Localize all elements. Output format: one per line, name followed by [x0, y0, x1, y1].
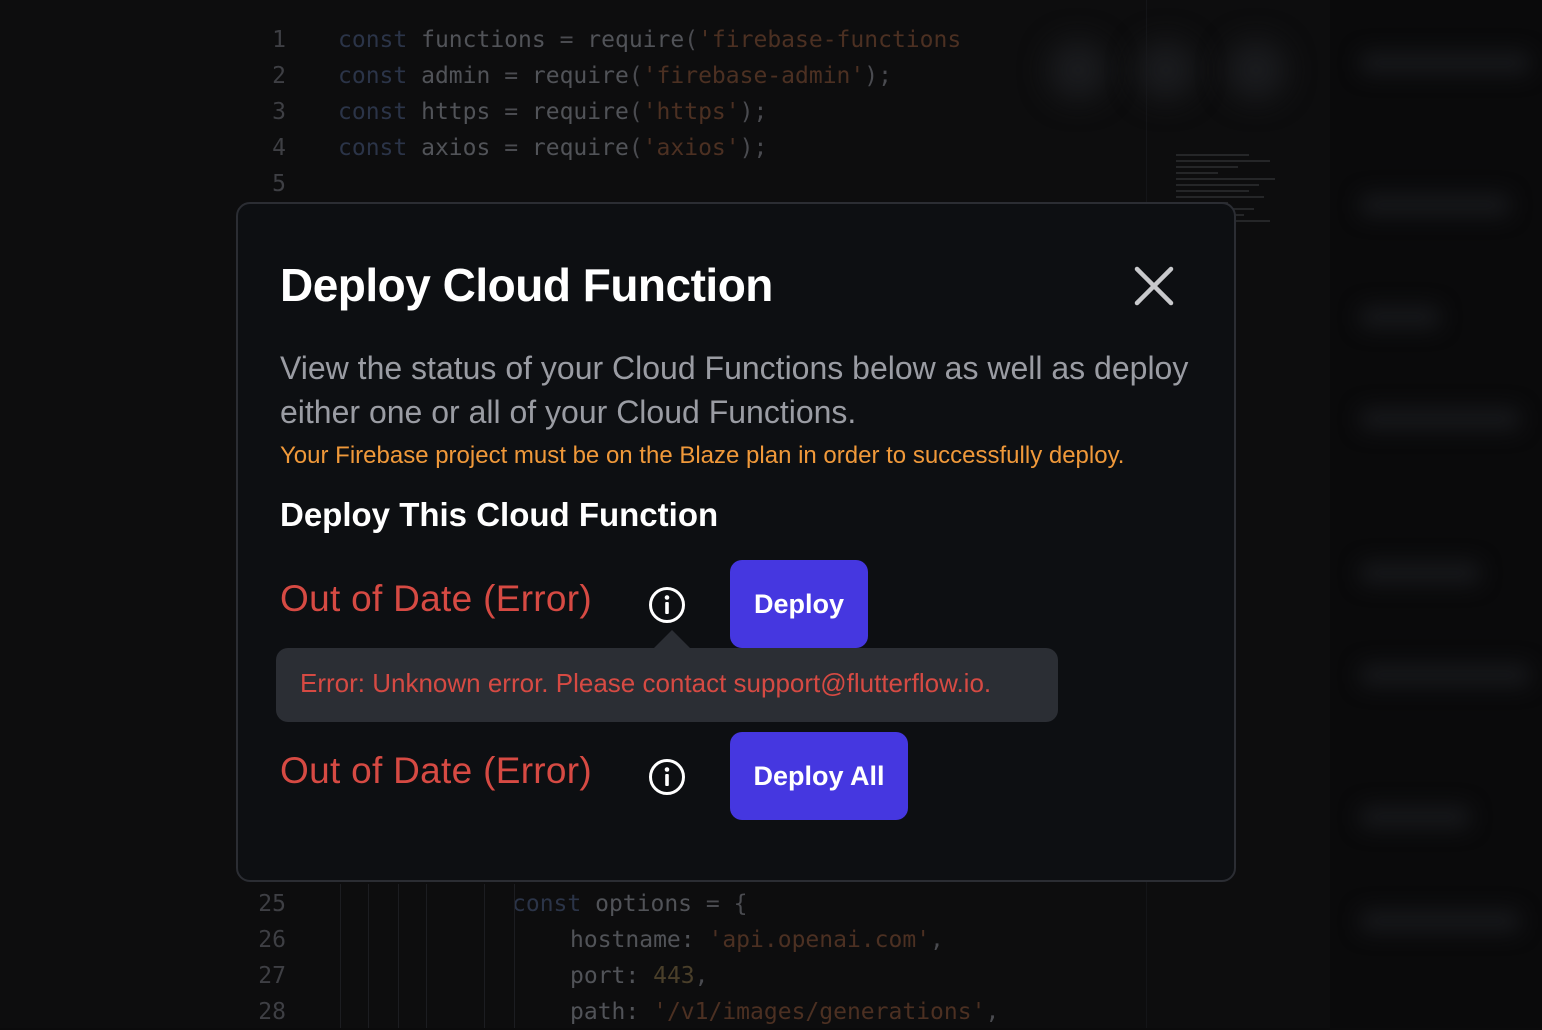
- toolbar-icon: [1136, 40, 1196, 100]
- close-button[interactable]: [1128, 260, 1180, 312]
- info-icon[interactable]: [648, 758, 686, 796]
- code-text: const options = {: [512, 891, 748, 917]
- line-number: 28: [258, 999, 286, 1025]
- tooltip-arrow: [654, 630, 690, 648]
- code-text: hostname: 'api.openai.com',: [570, 927, 944, 953]
- line-number: 2: [272, 63, 286, 89]
- line-number: 1: [272, 27, 286, 53]
- indent-guide: [368, 884, 369, 1028]
- line-number: 5: [272, 171, 286, 197]
- indent-guide: [514, 884, 515, 1028]
- code-text: const functions = require('firebase-func…: [338, 27, 962, 53]
- code-text: path: '/v1/images/generations',: [570, 999, 1000, 1025]
- section-title: Deploy This Cloud Function: [280, 496, 719, 533]
- error-tooltip: Error: Unknown error. Please contact sup…: [276, 630, 1058, 722]
- line-number: 27: [258, 963, 286, 989]
- code-text: const axios = require('axios');: [338, 135, 768, 161]
- dialog-title: Deploy Cloud Function: [280, 259, 773, 311]
- line-number: 3: [272, 99, 286, 125]
- indent-guide: [426, 884, 427, 1028]
- indent-guide: [340, 884, 341, 1028]
- toolbar-icon: [1048, 40, 1108, 100]
- line-number: 26: [258, 927, 286, 953]
- right-panel: [1330, 0, 1542, 1028]
- code-text: const admin = require('firebase-admin');: [338, 63, 892, 89]
- status-text: Out of Date (Error): [280, 750, 593, 791]
- status-text: Out of Date (Error): [280, 578, 593, 619]
- tooltip-text: Error: Unknown error. Please contact sup…: [300, 668, 992, 698]
- line-number: 25: [258, 891, 286, 917]
- deploy-all-button[interactable]: Deploy All: [730, 732, 908, 820]
- dialog-description: View the status of your Cloud Functions …: [280, 350, 1189, 430]
- toolbar-icon: [1226, 40, 1286, 100]
- blaze-plan-warning: Your Firebase project must be on the Bla…: [280, 442, 1125, 469]
- deploy-cloud-function-dialog: Deploy Cloud Function View the status of…: [236, 202, 1236, 882]
- single-deploy-row: Out of Date (Error) Deploy: [280, 560, 980, 648]
- info-icon[interactable]: [648, 586, 686, 624]
- deploy-button[interactable]: Deploy: [730, 560, 868, 648]
- line-number: 4: [272, 135, 286, 161]
- code-text: port: 443,: [570, 963, 709, 989]
- deploy-all-row: Out of Date (Error) Deploy All: [280, 732, 980, 820]
- indent-guide: [398, 884, 399, 1028]
- indent-guide: [484, 884, 485, 1028]
- close-icon: [1134, 266, 1174, 306]
- code-text: const https = require('https');: [338, 99, 768, 125]
